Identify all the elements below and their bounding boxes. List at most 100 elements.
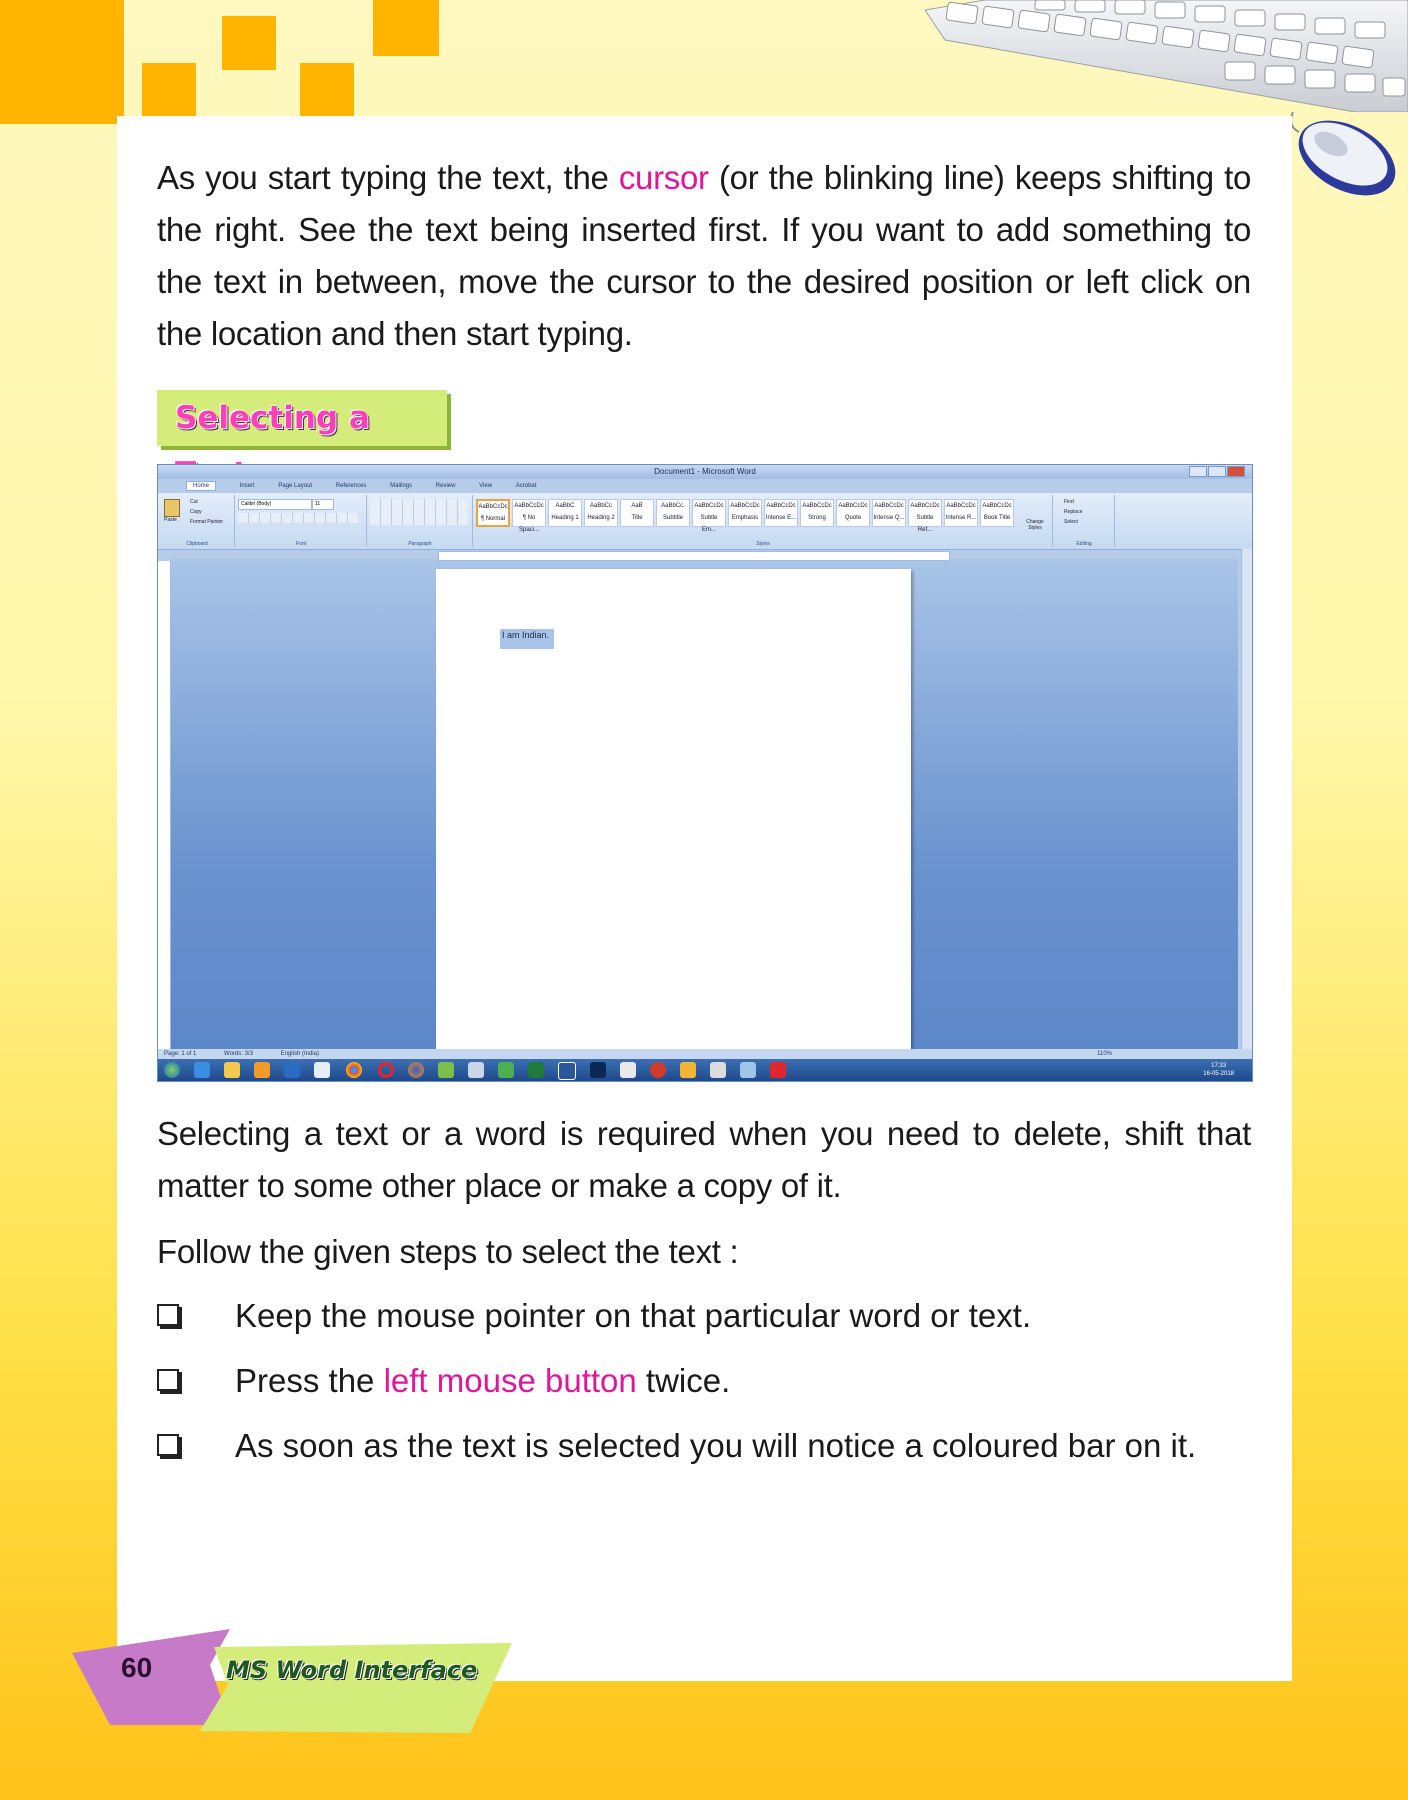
paragraph-buttons[interactable] bbox=[370, 499, 468, 525]
tab-review[interactable]: Review bbox=[436, 483, 456, 489]
clipboard-group: Paste Cut Copy Format Painter Clipboard bbox=[160, 495, 235, 547]
acrobat-icon[interactable] bbox=[620, 1062, 636, 1078]
style-book-title[interactable]: AaBbCcDc Book Title bbox=[980, 499, 1014, 527]
style-preview: AaBbCcDc bbox=[982, 503, 1012, 509]
copy-button[interactable]: Copy bbox=[190, 509, 202, 515]
style-intense-quote[interactable]: AaBbCcDc Intense Q... bbox=[872, 499, 906, 527]
styles-label: Styles bbox=[756, 541, 770, 547]
app-icon[interactable] bbox=[710, 1062, 726, 1078]
tab-view[interactable]: View bbox=[479, 483, 492, 489]
style-normal[interactable]: AaBbCcDc ¶ Normal bbox=[476, 499, 510, 527]
paste-label: Paste bbox=[164, 517, 177, 523]
style-name: Heading 2 bbox=[587, 515, 615, 521]
tab-references[interactable]: References bbox=[336, 483, 367, 489]
clock-time: 17:33 bbox=[1211, 1063, 1227, 1069]
tab-mailings[interactable]: Mailings bbox=[390, 483, 412, 489]
intro-paragraph: As you start typing the text, the cursor… bbox=[157, 152, 1251, 360]
selected-text[interactable]: I am Indian. bbox=[500, 629, 554, 649]
style-intense-emphasis[interactable]: AaBbCcDc Intense E... bbox=[764, 499, 798, 527]
word-title-bar: Document1 - Microsoft Word bbox=[158, 465, 1252, 479]
app-icon[interactable] bbox=[740, 1062, 756, 1078]
style-subtitle[interactable]: AaBbCc. Subtitle bbox=[656, 499, 690, 527]
style-heading-1[interactable]: AaBbC Heading 1 bbox=[548, 499, 582, 527]
paragraph-label: Paragraph bbox=[408, 541, 432, 547]
style-subtle-emphasis[interactable]: AaBbCcDc Subtle Em... bbox=[692, 499, 726, 533]
ribbon: Paste Cut Copy Format Painter Clipboard … bbox=[158, 493, 1252, 550]
style-quote[interactable]: AaBbCcDc Quote bbox=[836, 499, 870, 527]
tab-page-layout[interactable]: Page Layout bbox=[278, 483, 312, 489]
page-number: 60 bbox=[121, 1652, 153, 1683]
app-icon[interactable] bbox=[498, 1062, 514, 1078]
style-preview: AaBbCcDc bbox=[478, 504, 508, 510]
font-name-select[interactable]: Calibri (Body) bbox=[238, 499, 312, 510]
chrome-icon[interactable] bbox=[346, 1062, 362, 1078]
steps-list: Keep the mouse pointer on that particula… bbox=[157, 1290, 1251, 1485]
style-strong[interactable]: AaBbCcDc Strong bbox=[800, 499, 834, 527]
horizontal-ruler bbox=[438, 551, 950, 561]
minimize-icon[interactable] bbox=[1188, 466, 1207, 477]
tab-acrobat[interactable]: Acrobat bbox=[516, 483, 537, 489]
replace-button[interactable]: Replace bbox=[1064, 509, 1082, 515]
vertical-scrollbar[interactable] bbox=[1241, 549, 1252, 1063]
style-preview: AaBbCcDc bbox=[514, 503, 544, 509]
style-preview: AaBbCcDc bbox=[910, 503, 940, 509]
start-button-icon[interactable] bbox=[164, 1062, 180, 1078]
tab-insert[interactable]: Insert bbox=[240, 483, 255, 489]
app-icon[interactable] bbox=[438, 1062, 454, 1078]
style-intense-reference[interactable]: AaBbCcDc Intense R... bbox=[944, 499, 978, 527]
app-icon[interactable] bbox=[650, 1062, 666, 1078]
document-page[interactable]: I am Indian. bbox=[436, 569, 911, 1064]
styles-group: AaBbCcDc ¶ Normal AaBbCcDc ¶ No Spaci... A… bbox=[474, 495, 1053, 547]
style-name: Intense E... bbox=[765, 515, 797, 521]
media-player-icon[interactable] bbox=[254, 1062, 270, 1078]
select-button[interactable]: Select bbox=[1064, 519, 1078, 525]
style-name: Quote bbox=[844, 515, 862, 521]
chapter-title: MS Word Interface bbox=[226, 1656, 478, 1684]
firefox-icon[interactable] bbox=[408, 1062, 424, 1078]
opera-icon[interactable] bbox=[378, 1062, 394, 1078]
change-styles-button[interactable]: Change Styles bbox=[1020, 519, 1050, 531]
font-size-select[interactable]: 11 bbox=[312, 499, 334, 510]
status-language: English (India) bbox=[280, 1051, 319, 1057]
step-text-part: Keep the mouse pointer on that particula… bbox=[235, 1297, 1032, 1334]
font-group: Calibri (Body) 11 Font bbox=[236, 495, 367, 547]
paste-button[interactable]: Paste bbox=[164, 499, 182, 523]
maximize-icon[interactable] bbox=[1207, 466, 1226, 477]
style-preview: AaBbCcDc bbox=[946, 503, 976, 509]
style-heading-2[interactable]: AaBbCc Heading 2 bbox=[584, 499, 618, 527]
find-button[interactable]: Find bbox=[1064, 499, 1074, 505]
close-icon[interactable] bbox=[1226, 466, 1245, 477]
app-icon[interactable] bbox=[468, 1062, 484, 1078]
style-subtle-reference[interactable]: AaBbCcDc Subtle Ref... bbox=[908, 499, 942, 533]
list-item: As soon as the text is selected you will… bbox=[157, 1420, 1251, 1485]
photoshop-icon[interactable] bbox=[590, 1062, 606, 1078]
window-title: Document1 - Microsoft Word bbox=[654, 467, 756, 476]
section-heading: Selecting a Text bbox=[157, 390, 447, 492]
paragraph-group: Paragraph bbox=[368, 495, 473, 547]
teamviewer-icon[interactable] bbox=[284, 1062, 300, 1078]
window-controls bbox=[1186, 466, 1246, 477]
explorer-icon[interactable] bbox=[224, 1062, 240, 1078]
style-name: ¶ Normal bbox=[480, 516, 506, 522]
style-preview: AaBbCcDc bbox=[874, 503, 904, 509]
tab-home[interactable]: Home bbox=[186, 481, 217, 491]
ie-icon[interactable] bbox=[194, 1062, 210, 1078]
excel-icon[interactable] bbox=[528, 1062, 544, 1078]
word-screenshot: Document1 - Microsoft Word Home Insert P… bbox=[157, 464, 1253, 1082]
cut-button[interactable]: Cut bbox=[190, 499, 198, 505]
style-name: Book Title bbox=[983, 515, 1011, 521]
app-icon[interactable] bbox=[770, 1062, 786, 1078]
checkbox-bullet-icon bbox=[157, 1369, 179, 1391]
app-icon[interactable] bbox=[680, 1062, 696, 1078]
status-words: Words: 3/3 bbox=[224, 1051, 253, 1057]
taskbar-clock: 17:33 16-05-2018 bbox=[1203, 1062, 1234, 1078]
format-painter-button[interactable]: Format Painter bbox=[190, 519, 223, 525]
notepad-icon[interactable] bbox=[314, 1062, 330, 1078]
style-emphasis[interactable]: AaBbCcDc Emphasis bbox=[728, 499, 762, 527]
style-title[interactable]: AaB Title bbox=[620, 499, 654, 527]
decor-square bbox=[373, 0, 439, 56]
style-preview: AaBbCcDc bbox=[766, 503, 796, 509]
style-no-spacing[interactable]: AaBbCcDc ¶ No Spaci... bbox=[512, 499, 546, 533]
word-icon[interactable] bbox=[558, 1062, 576, 1080]
font-format-buttons[interactable] bbox=[238, 513, 358, 523]
